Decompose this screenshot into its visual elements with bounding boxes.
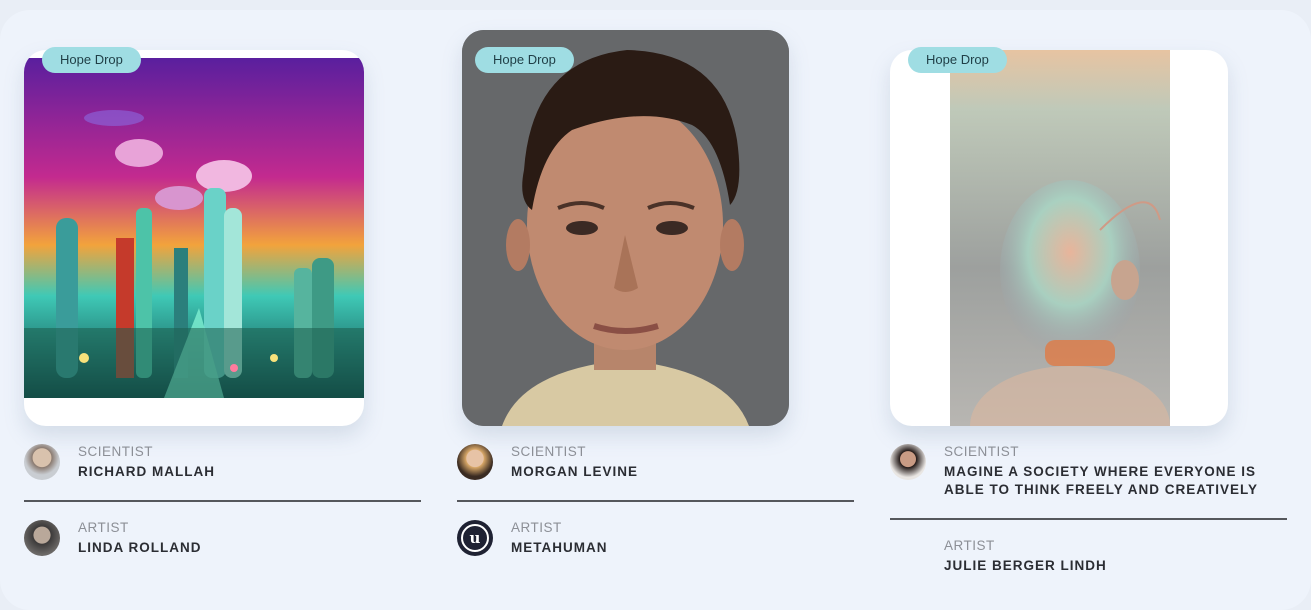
scientist-avatar [24, 444, 60, 480]
artist-row: ARTIST LINDA ROLLAND [24, 520, 202, 557]
artwork-image-abstract-figure [950, 50, 1170, 426]
artwork-card[interactable]: Hope Drop SCIENTIST RICHARD MALLAH ARTIS… [24, 10, 460, 600]
artwork-frame[interactable] [890, 50, 1228, 426]
artist-name[interactable]: JULIE BERGER LINDH [944, 557, 1107, 575]
divider [457, 500, 854, 502]
scientist-avatar [890, 444, 926, 480]
artist-avatar [24, 520, 60, 556]
artwork-image-portrait [462, 30, 789, 426]
artist-label: ARTIST [78, 520, 129, 535]
hope-drop-badge: Hope Drop [475, 47, 574, 73]
scientist-row: SCIENTIST MAGINE A SOCIETY WHERE EVERYON… [890, 444, 1284, 499]
artist-row: ARTIST JULIE BERGER LINDH [944, 538, 1107, 575]
artist-label: ARTIST [944, 538, 995, 553]
divider [890, 518, 1287, 520]
artwork-card[interactable]: Hope Drop SCIENTIST MORGAN LEVINE u ARTI… [457, 10, 893, 600]
artwork-card[interactable]: Hope Drop SCIENTIST MAGINE A SOCIETY WHE… [890, 10, 1311, 600]
scientist-name[interactable]: MORGAN LEVINE [511, 463, 638, 481]
scientist-label: SCIENTIST [78, 444, 154, 459]
artist-name[interactable]: LINDA ROLLAND [78, 539, 202, 557]
scientist-label: SCIENTIST [511, 444, 587, 459]
artist-name[interactable]: METAHUMAN [511, 539, 608, 557]
artist-row: u ARTIST METAHUMAN [457, 520, 608, 557]
hope-drop-badge: Hope Drop [42, 47, 141, 73]
scientist-label: SCIENTIST [944, 444, 1020, 459]
divider [24, 500, 421, 502]
artwork-frame[interactable] [462, 30, 789, 426]
artwork-image-city [24, 58, 364, 398]
artwork-frame[interactable] [24, 50, 364, 426]
scientist-row: SCIENTIST MORGAN LEVINE [457, 444, 638, 481]
scientist-name[interactable]: MAGINE A SOCIETY WHERE EVERYONE IS ABLE … [944, 463, 1284, 499]
unreal-logo-icon: u [457, 520, 493, 556]
scientist-name[interactable]: RICHARD MALLAH [78, 463, 215, 481]
scientist-avatar [457, 444, 493, 480]
hope-drop-badge: Hope Drop [908, 47, 1007, 73]
scientist-row: SCIENTIST RICHARD MALLAH [24, 444, 215, 481]
artist-label: ARTIST [511, 520, 562, 535]
gallery-panel: Hope Drop SCIENTIST RICHARD MALLAH ARTIS… [0, 10, 1311, 610]
